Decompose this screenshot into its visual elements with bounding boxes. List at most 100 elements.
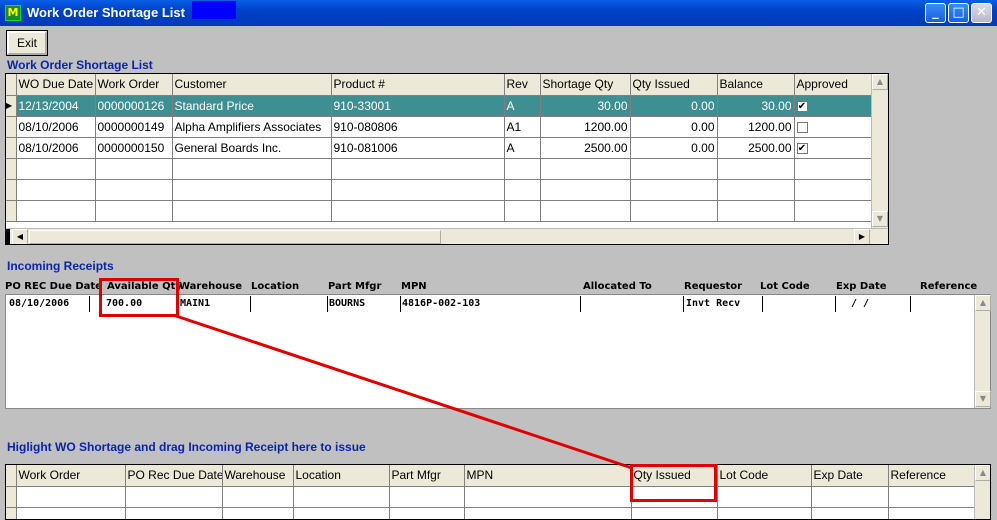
col-exp-date[interactable]: Exp Date [836, 281, 887, 292]
cell-approved[interactable]: ✔ [794, 95, 873, 117]
cell-customer[interactable]: Standard Price [172, 95, 332, 117]
approved-checkbox[interactable]: ✔ [796, 142, 808, 154]
scroll-down-icon[interactable]: ▼ [872, 211, 888, 227]
cell-product[interactable]: 910-080806 [331, 116, 505, 138]
shortage-horizontal-scrollbar[interactable]: ◀ ▶ [6, 228, 888, 244]
scroll-right-icon[interactable]: ▶ [854, 229, 870, 244]
cell-product[interactable]: 910-081006 [331, 137, 505, 159]
scroll-left-marker [6, 229, 10, 244]
cell-wo[interactable]: 0000000149 [95, 116, 173, 138]
scroll-up-icon[interactable]: ▲ [872, 74, 888, 90]
cell-rev[interactable]: A [504, 95, 541, 117]
receipts-section-title: Incoming Receipts [7, 259, 114, 273]
empty-row [6, 179, 873, 201]
issue-vertical-scrollbar[interactable]: ▲ [974, 465, 990, 519]
col-balance[interactable]: Balance [717, 74, 795, 96]
col-wo-due-date[interactable]: WO Due Date [16, 74, 96, 96]
col-customer[interactable]: Customer [172, 74, 332, 96]
scroll-up-icon[interactable]: ▲ [975, 295, 991, 311]
scroll-left-icon[interactable]: ◀ [12, 229, 28, 244]
scroll-down-icon[interactable]: ▼ [975, 391, 991, 407]
cell-balance[interactable]: 30.00 [717, 95, 795, 117]
col-part-mfgr[interactable]: Part Mfgr [389, 465, 465, 487]
col-rev[interactable]: Rev [504, 74, 541, 96]
col-exp-date[interactable]: Exp Date [811, 465, 889, 487]
title-bar: M Work Order Shortage List _ □ ✕ [0, 0, 997, 26]
col-mpn[interactable]: MPN [464, 465, 632, 487]
issue-section-title: Higlight WO Shortage and drag Incoming R… [7, 440, 366, 454]
cell-divider [327, 296, 328, 312]
col-work-order[interactable]: Work Order [16, 465, 126, 487]
cell-divider [580, 296, 581, 312]
cell-shortage[interactable]: 1200.00 [540, 116, 631, 138]
receipt-requestor[interactable]: Invt Recv [686, 298, 740, 309]
table-row[interactable]: 08/10/2006 0000000149 Alpha Amplifiers A… [6, 116, 873, 138]
col-warehouse[interactable]: Warehouse [179, 281, 242, 292]
col-shortage-qty[interactable]: Shortage Qty [540, 74, 631, 96]
cell-balance[interactable]: 2500.00 [717, 137, 795, 159]
row-pointer-icon: ▶ [6, 95, 17, 117]
empty-row[interactable] [6, 507, 975, 519]
receipt-mfgr[interactable]: BOURNS [329, 298, 365, 309]
window-title: Work Order Shortage List [27, 5, 185, 20]
minimize-button[interactable]: _ [925, 3, 946, 23]
cell-rev[interactable]: A [504, 137, 541, 159]
col-location[interactable]: Location [293, 465, 390, 487]
app-icon: M [5, 5, 21, 21]
receipts-vertical-scrollbar[interactable]: ▲ ▼ [974, 295, 991, 408]
cell-approved[interactable] [794, 116, 873, 138]
cell-wo[interactable]: 0000000126 [95, 95, 173, 117]
col-mpn[interactable]: MPN [401, 281, 427, 292]
shortage-header-row: WO Due Date Work Order Customer Product … [6, 74, 873, 96]
empty-row[interactable] [6, 486, 975, 508]
scroll-up-icon[interactable]: ▲ [975, 465, 990, 481]
shortage-grid: WO Due Date Work Order Customer Product … [5, 73, 889, 245]
cell-wo[interactable]: 0000000150 [95, 137, 173, 159]
receipt-exp[interactable]: / / [851, 298, 869, 309]
cell-customer[interactable]: Alpha Amplifiers Associates [172, 116, 332, 138]
cell-shortage[interactable]: 30.00 [540, 95, 631, 117]
cell-due[interactable]: 08/10/2006 [16, 137, 96, 159]
receipt-warehouse[interactable]: MAIN1 [180, 298, 210, 309]
col-product[interactable]: Product # [331, 74, 505, 96]
col-reference[interactable]: Reference [920, 281, 977, 292]
approved-checkbox[interactable] [796, 121, 808, 133]
col-work-order[interactable]: Work Order [95, 74, 173, 96]
col-part-mfgr[interactable]: Part Mfgr [328, 281, 381, 292]
cell-divider [89, 296, 90, 312]
table-row[interactable]: ▶ 12/13/2004 0000000126 Standard Price 9… [6, 95, 873, 117]
cell-divider [762, 296, 763, 312]
col-po-rec-due-date[interactable]: PO REC Due Date [5, 281, 102, 292]
cell-customer[interactable]: General Boards Inc. [172, 137, 332, 159]
col-warehouse[interactable]: Warehouse [222, 465, 294, 487]
cell-balance[interactable]: 1200.00 [717, 116, 795, 138]
table-row[interactable]: 08/10/2006 0000000150 General Boards Inc… [6, 137, 873, 159]
col-qty-issued[interactable]: Qty Issued [630, 74, 718, 96]
cell-product[interactable]: 910-33001 [331, 95, 505, 117]
receipt-mpn[interactable]: 4816P-002-103 [402, 298, 480, 309]
cell-rev[interactable]: A1 [504, 116, 541, 138]
cell-divider [400, 296, 401, 312]
receipt-due[interactable]: 08/10/2006 [9, 298, 69, 309]
col-location[interactable]: Location [251, 281, 299, 292]
approved-checkbox[interactable]: ✔ [796, 100, 808, 112]
col-reference[interactable]: Reference [888, 465, 975, 487]
shortage-vertical-scrollbar[interactable]: ▲ ▼ [871, 74, 888, 228]
col-allocated-to[interactable]: Allocated To [583, 281, 652, 292]
col-approved[interactable]: Approved [794, 74, 873, 96]
scroll-thumb[interactable] [29, 230, 441, 244]
cell-issued[interactable]: 0.00 [630, 116, 718, 138]
cell-due[interactable]: 08/10/2006 [16, 116, 96, 138]
maximize-button[interactable]: □ [948, 3, 969, 23]
cell-approved[interactable]: ✔ [794, 137, 873, 159]
close-button[interactable]: ✕ [971, 3, 992, 23]
cell-issued[interactable]: 0.00 [630, 137, 718, 159]
cell-issued[interactable]: 0.00 [630, 95, 718, 117]
col-requestor[interactable]: Requestor [684, 281, 742, 292]
col-lot-code[interactable]: Lot Code [760, 281, 810, 292]
col-po-rec-due-date[interactable]: PO Rec Due Date [125, 465, 223, 487]
cell-due[interactable]: 12/13/2004 [16, 95, 96, 117]
cell-shortage[interactable]: 2500.00 [540, 137, 631, 159]
exit-button[interactable]: Exit [6, 30, 48, 56]
col-lot-code[interactable]: Lot Code [717, 465, 812, 487]
